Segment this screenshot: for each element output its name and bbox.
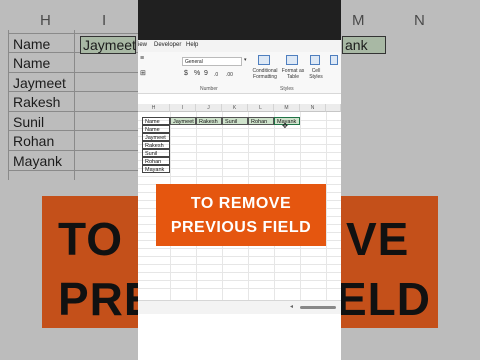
- caption-line-2: PREVIOUS FIELD: [170, 219, 312, 236]
- cell-name[interactable]: Jaymeet: [142, 133, 170, 141]
- column-header[interactable]: N: [300, 104, 326, 112]
- bg-cell: Name: [13, 36, 51, 52]
- caption-line-1: TO REMOVE: [190, 195, 292, 212]
- cell-header-value[interactable]: Jaymeet: [170, 117, 196, 125]
- format-as-table-button[interactable]: Format as Table: [280, 68, 306, 80]
- cell-header-value[interactable]: Rohan: [248, 117, 274, 125]
- bg-gridline: [8, 111, 138, 112]
- gridline: [138, 264, 341, 265]
- column-header[interactable]: K: [222, 104, 248, 112]
- bg-caption-fragment: TO: [58, 213, 124, 265]
- bg-cell-highlighted: ank: [342, 36, 386, 54]
- chevron-down-icon[interactable]: ▾: [244, 57, 247, 63]
- percent-button[interactable]: %: [194, 70, 200, 77]
- cell-styles-icon[interactable]: [310, 55, 320, 65]
- bg-gridline: [8, 170, 138, 171]
- bg-gridline: [8, 130, 138, 131]
- bg-gridline: [8, 150, 138, 151]
- comma-button[interactable]: 9: [204, 70, 208, 77]
- wrap-icon[interactable]: ≡: [140, 55, 144, 62]
- format-as-table-icon[interactable]: [286, 55, 298, 65]
- bg-caption-fragment: VE: [346, 213, 410, 265]
- group-label-number: Number: [200, 86, 218, 92]
- conditional-formatting-icon[interactable]: [258, 55, 270, 65]
- bg-cell-highlighted: Jaymeet: [80, 36, 136, 54]
- number-format-select[interactable]: General: [182, 57, 242, 66]
- gridline: [138, 288, 341, 289]
- column-header-blank: [326, 104, 341, 112]
- insert-icon[interactable]: [330, 55, 338, 65]
- scroll-left-icon[interactable]: ◂: [290, 303, 293, 310]
- title-bar: [138, 0, 341, 40]
- cell-header-value[interactable]: Rakesh: [196, 117, 222, 125]
- ribbon-tabs: iew Developer Help: [138, 40, 341, 52]
- scroll-thumb[interactable]: [300, 306, 336, 309]
- column-header[interactable]: I: [170, 104, 196, 112]
- conditional-formatting-button[interactable]: Conditional Formatting: [250, 68, 280, 80]
- cell-name[interactable]: Rakesh: [142, 141, 170, 149]
- caption-banner: TO REMOVE PREVIOUS FIELD: [156, 184, 326, 246]
- cell-name[interactable]: Mayank: [142, 165, 170, 173]
- bg-gridline: [8, 33, 138, 34]
- cell-header-name[interactable]: Name: [142, 117, 170, 125]
- column-header[interactable]: J: [196, 104, 222, 112]
- currency-button[interactable]: $: [184, 70, 188, 77]
- gridline: [138, 280, 341, 281]
- bg-cell: Name: [13, 55, 51, 71]
- bg-cell: Mayank: [13, 153, 63, 169]
- gridline: [326, 112, 327, 302]
- gridline: [138, 176, 341, 177]
- tab-developer[interactable]: Developer: [154, 42, 181, 48]
- gridline: [138, 256, 341, 257]
- column-header[interactable]: L: [248, 104, 274, 112]
- excel-window: iew Developer Help ≡ ⊞ General ▾ $ % 9 .…: [138, 0, 341, 360]
- tab-help[interactable]: Help: [186, 42, 198, 48]
- merge-icon[interactable]: ⊞: [140, 69, 146, 77]
- bg-caption-fragment: ELD: [336, 273, 431, 325]
- bg-cell: Sunil: [13, 114, 45, 130]
- cell-header-value[interactable]: Sunil: [222, 117, 248, 125]
- decrease-decimal-button[interactable]: .00: [226, 72, 233, 78]
- move-cursor-icon: ✥: [282, 123, 288, 130]
- ribbon-panel: ≡ ⊞ General ▾ $ % 9 .0 .00 Conditional F…: [138, 52, 341, 94]
- increase-decimal-button[interactable]: .0: [214, 72, 218, 78]
- video-frame: H I M N Name Jaymeet Name Jaymeet Rakesh…: [0, 0, 480, 360]
- cell-styles-button[interactable]: Cell Styles: [306, 68, 326, 80]
- gridline: [138, 248, 341, 249]
- bg-column-header: M: [352, 12, 365, 29]
- horizontal-scrollbar[interactable]: ◂: [138, 300, 341, 314]
- column-header[interactable]: H: [138, 104, 170, 112]
- cell-name[interactable]: Rohan: [142, 157, 170, 165]
- cell-name[interactable]: Name: [142, 125, 170, 133]
- cell-name[interactable]: Sunil: [142, 149, 170, 157]
- bg-column-header: N: [414, 12, 425, 29]
- bg-cell: Jaymeet: [13, 75, 66, 91]
- bg-cell: Rohan: [13, 133, 55, 149]
- bg-cell: Rakesh: [13, 94, 61, 110]
- tab-view[interactable]: iew: [138, 42, 147, 48]
- bg-column-header: I: [102, 12, 107, 29]
- bg-gridline: [8, 91, 138, 92]
- column-header[interactable]: M: [274, 104, 300, 112]
- gridline: [138, 272, 341, 273]
- group-label-styles: Styles: [280, 86, 294, 92]
- bg-gridline: [8, 72, 138, 73]
- bg-column-header: H: [40, 12, 51, 29]
